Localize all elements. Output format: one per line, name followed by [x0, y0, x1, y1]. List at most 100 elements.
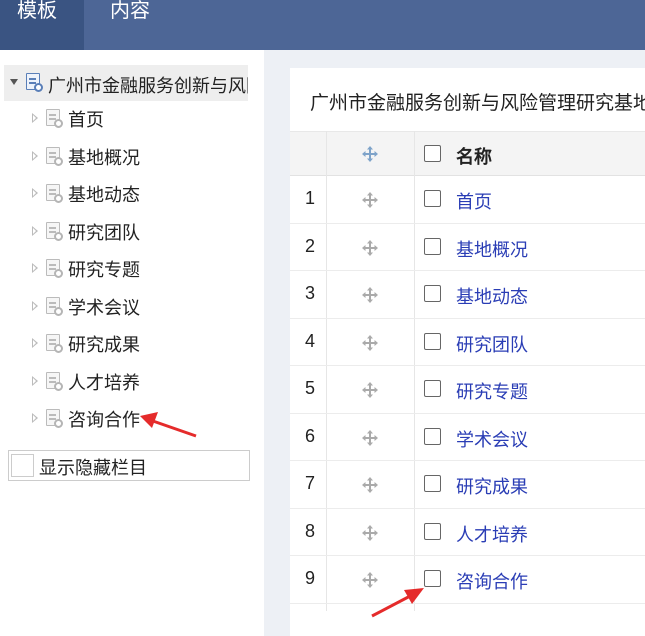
- tree-item-label: 首页: [68, 110, 104, 130]
- table-row[interactable]: 8 人才培养: [290, 509, 645, 556]
- page-settings-icon: [46, 297, 63, 316]
- tree-item-label: 学术会议: [68, 298, 140, 318]
- tree-item-label: 研究成果: [68, 335, 140, 355]
- row-name-link[interactable]: 基地概况: [456, 236, 528, 262]
- expand-caret-icon[interactable]: [32, 151, 38, 161]
- tab-content[interactable]: 内容: [84, 0, 174, 50]
- row-name-link[interactable]: 人才培养: [456, 521, 528, 547]
- expand-caret-icon[interactable]: [32, 376, 38, 386]
- table-row[interactable]: 5 研究专题: [290, 366, 645, 414]
- top-nav-bar: 模板 内容: [0, 0, 645, 50]
- tree-item-label: 研究团队: [68, 223, 140, 243]
- row-number: 9: [304, 568, 315, 588]
- page-settings-icon: [46, 259, 63, 278]
- row-name-link[interactable]: 基地动态: [456, 283, 528, 309]
- row-name-link[interactable]: 研究专题: [456, 378, 528, 404]
- column-header-name: 名称: [456, 147, 492, 167]
- table-row[interactable]: 1 首页: [290, 176, 645, 224]
- move-icon[interactable]: [362, 524, 378, 541]
- expand-caret-icon[interactable]: [32, 301, 38, 311]
- tab-template[interactable]: 模板: [0, 0, 84, 50]
- page-settings-icon: [46, 334, 63, 353]
- row-number: 5: [304, 378, 315, 398]
- expand-caret-icon[interactable]: [32, 113, 38, 123]
- page-settings-icon: [46, 222, 63, 241]
- tab-content-label: 内容: [110, 0, 150, 22]
- row-checkbox[interactable]: [424, 380, 441, 397]
- move-icon[interactable]: [362, 334, 378, 351]
- tree-item-label: 人才培养: [68, 373, 140, 393]
- tree-item-label: 基地动态: [68, 185, 140, 205]
- expand-caret-icon[interactable]: [32, 226, 38, 236]
- row-number: 7: [304, 473, 315, 493]
- row-name-link[interactable]: 首页: [456, 188, 492, 214]
- tree-item-label: 基地概况: [68, 148, 140, 168]
- row-name-link[interactable]: 咨询合作: [456, 568, 528, 594]
- annotation-arrow-icon: [371, 588, 424, 618]
- move-icon[interactable]: [362, 429, 378, 446]
- move-icon[interactable]: [362, 382, 378, 398]
- tree-item-talent[interactable]: 人才培养: [28, 367, 248, 397]
- page-settings-icon: [46, 184, 63, 203]
- tree-root-label: 广州市金融服务创新与风险管理研究基地: [48, 76, 248, 96]
- row-checkbox[interactable]: [424, 427, 441, 445]
- column-tree-panel: 广州市金融服务创新与风险管理研究基地 首页 基地概况 基地动态 研究团队 研究专…: [0, 50, 264, 636]
- page-settings-icon: [26, 73, 43, 92]
- select-all-checkbox[interactable]: [424, 145, 441, 162]
- expand-caret-icon[interactable]: [32, 188, 38, 198]
- card-title: 广州市金融服务创新与风险管理研究基地: [310, 93, 645, 114]
- tab-template-label: 模板: [17, 0, 57, 22]
- table-row[interactable]: 9 咨询合作: [290, 556, 645, 604]
- table-header: 名称: [290, 131, 645, 176]
- move-icon[interactable]: [362, 287, 378, 303]
- tree-item-results[interactable]: 研究成果: [28, 329, 248, 359]
- table-row[interactable]: 2 基地概况: [290, 224, 645, 271]
- table-row[interactable]: 7 研究成果: [290, 461, 645, 509]
- row-checkbox[interactable]: [424, 475, 441, 492]
- tree-item-label: 研究专题: [68, 260, 140, 280]
- row-number: 3: [304, 283, 315, 303]
- expand-caret-icon[interactable]: [32, 263, 38, 273]
- content-panel: 广州市金融服务创新与风险管理研究基地 名称 1 首页 2 基地概况 3 基地动态…: [264, 50, 645, 636]
- tree-root-node[interactable]: 广州市金融服务创新与风险管理研究基地: [4, 65, 248, 101]
- show-hidden-columns-toggle[interactable]: 显示隐藏栏目: [8, 450, 250, 481]
- row-name-link[interactable]: 研究团队: [456, 331, 528, 357]
- row-name-link[interactable]: 学术会议: [456, 426, 528, 452]
- row-number: 4: [304, 330, 315, 351]
- move-icon[interactable]: [362, 192, 378, 208]
- move-icon[interactable]: [362, 477, 378, 493]
- tree-item-team[interactable]: 研究团队: [28, 217, 248, 247]
- tree-item-topics[interactable]: 研究专题: [28, 254, 248, 284]
- annotation-arrow-icon: [140, 412, 197, 438]
- row-number: 6: [304, 425, 315, 446]
- page-settings-icon: [46, 147, 63, 166]
- row-checkbox[interactable]: [424, 285, 441, 302]
- tree-item-home[interactable]: 首页: [28, 104, 248, 134]
- row-number: 8: [304, 520, 315, 541]
- row-checkbox[interactable]: [424, 237, 441, 255]
- move-icon[interactable]: [362, 239, 378, 256]
- show-hidden-checkbox[interactable]: [11, 454, 34, 477]
- expand-caret-icon[interactable]: [32, 413, 38, 423]
- page-settings-icon: [46, 372, 63, 391]
- table-row[interactable]: 6 学术会议: [290, 414, 645, 461]
- table-row[interactable]: 3 基地动态: [290, 271, 645, 319]
- row-checkbox[interactable]: [424, 190, 441, 207]
- row-checkbox[interactable]: [424, 522, 441, 540]
- collapse-caret-icon[interactable]: [10, 79, 18, 85]
- tree-item-news[interactable]: 基地动态: [28, 179, 248, 209]
- column-list-card: 广州市金融服务创新与风险管理研究基地 名称 1 首页 2 基地概况 3 基地动态…: [290, 68, 645, 636]
- tree-item-overview[interactable]: 基地概况: [28, 142, 248, 172]
- row-number: 2: [304, 235, 315, 256]
- move-icon: [362, 146, 378, 162]
- row-name-link[interactable]: 研究成果: [456, 473, 528, 499]
- row-checkbox[interactable]: [424, 332, 441, 350]
- table-row[interactable]: 4 研究团队: [290, 319, 645, 366]
- row-number: 1: [304, 188, 315, 208]
- tree-item-conference[interactable]: 学术会议: [28, 292, 248, 322]
- page-settings-icon: [46, 109, 63, 128]
- show-hidden-label: 显示隐藏栏目: [39, 458, 147, 478]
- tree-item-label: 咨询合作: [68, 410, 140, 430]
- page-settings-icon: [46, 409, 63, 428]
- expand-caret-icon[interactable]: [32, 338, 38, 348]
